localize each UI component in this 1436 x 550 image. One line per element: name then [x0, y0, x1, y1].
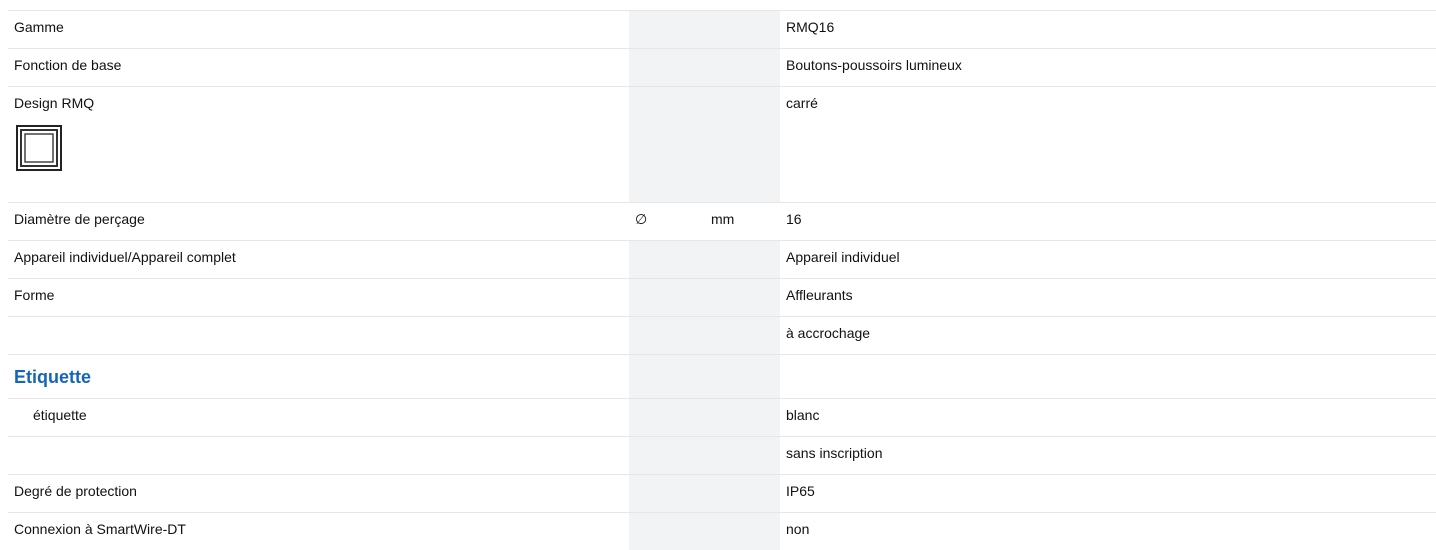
row-symbol	[629, 279, 705, 316]
row-label-with-icon: Design RMQ	[8, 87, 629, 171]
row-value: non	[786, 521, 810, 537]
table-row-fonction: Fonction de base Boutons-poussoirs lumin…	[8, 48, 1436, 86]
row-symbol	[629, 399, 705, 436]
row-symbol	[629, 437, 705, 474]
row-symbol	[629, 475, 705, 512]
row-value: Appareil individuel	[786, 249, 900, 265]
table-row-etiquette-cont: sans inscription	[8, 436, 1436, 474]
row-label: Gamme	[14, 19, 64, 35]
table-row-forme: Forme Affleurants	[8, 278, 1436, 316]
row-label: Appareil individuel/Appareil complet	[14, 249, 236, 265]
spec-table: Gamme RMQ16 Fonction de base Boutons-pou…	[8, 10, 1436, 550]
row-value: RMQ16	[786, 19, 835, 35]
table-row-etiquette: étiquette blanc	[8, 398, 1436, 436]
section-title: Etiquette	[14, 367, 92, 387]
row-label: Forme	[14, 287, 55, 303]
row-label: Fonction de base	[14, 57, 122, 73]
row-unit: mm	[705, 203, 780, 240]
section-row-etiquette: Etiquette	[8, 354, 1436, 398]
table-row-protection: Degré de protection IP65	[8, 474, 1436, 512]
row-label: Diamètre de perçage	[14, 211, 145, 227]
table-row-diametre: Diamètre de perçage ∅ mm 16	[8, 202, 1436, 240]
row-unit	[705, 241, 780, 278]
table-row-gamme: Gamme RMQ16	[8, 10, 1436, 48]
row-unit	[705, 49, 780, 86]
row-symbol: ∅	[629, 203, 705, 240]
row-symbol	[629, 317, 705, 354]
row-unit	[705, 355, 780, 398]
row-unit	[705, 279, 780, 316]
row-label: Connexion à SmartWire-DT	[14, 521, 186, 537]
row-value: blanc	[786, 407, 820, 423]
row-label: Degré de protection	[14, 483, 137, 499]
row-value: carré	[786, 95, 818, 111]
row-symbol	[629, 49, 705, 86]
row-unit	[705, 11, 780, 48]
row-value: 16	[786, 211, 802, 227]
row-value: Boutons-poussoirs lumineux	[786, 57, 962, 73]
row-value: à accrochage	[786, 325, 871, 341]
row-unit	[705, 475, 780, 512]
row-unit	[705, 317, 780, 354]
row-symbol	[629, 355, 705, 398]
table-row-forme-cont: à accrochage	[8, 316, 1436, 354]
square-design-icon	[16, 125, 62, 171]
row-symbol	[629, 87, 705, 202]
row-value	[780, 355, 1436, 363]
row-value: Affleurants	[786, 287, 853, 303]
row-label: Design RMQ	[14, 95, 95, 111]
row-symbol	[629, 241, 705, 278]
row-symbol	[629, 513, 705, 550]
row-label	[8, 317, 629, 325]
row-unit	[705, 399, 780, 436]
table-row-smartwire: Connexion à SmartWire-DT non	[8, 512, 1436, 550]
row-unit	[705, 437, 780, 474]
row-unit	[705, 87, 780, 202]
row-value: IP65	[786, 483, 815, 499]
row-symbol	[629, 11, 705, 48]
row-label: étiquette	[33, 407, 87, 423]
table-row-appareil: Appareil individuel/Appareil complet App…	[8, 240, 1436, 278]
table-row-design: Design RMQ carré	[8, 86, 1436, 202]
row-unit	[705, 513, 780, 550]
row-value: sans inscription	[786, 445, 883, 461]
row-label	[8, 437, 629, 445]
diameter-icon: ∅	[635, 212, 648, 228]
